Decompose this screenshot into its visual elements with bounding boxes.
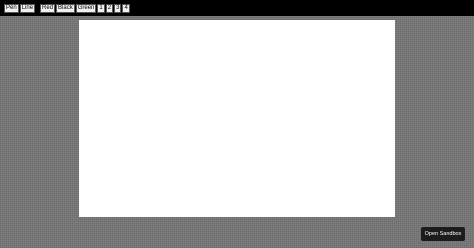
size-2-button[interactable]: 2 [105, 3, 114, 13]
tool-group: Pen Line [4, 3, 36, 13]
green-color-button[interactable]: Green [75, 3, 97, 13]
size-4-button[interactable]: 4 [122, 3, 130, 13]
black-color-button[interactable]: Black [56, 3, 75, 13]
open-sandbox-button[interactable]: Open Sandbox [421, 227, 465, 241]
size-1-button[interactable]: 1 [97, 3, 105, 13]
drawing-canvas[interactable] [79, 20, 395, 217]
size-3-button[interactable]: 3 [114, 3, 122, 13]
color-group: Red Black Green [40, 3, 97, 13]
red-color-button[interactable]: Red [40, 3, 56, 13]
toolbar: Pen Line Red Black Green 1 2 3 4 [0, 0, 474, 16]
pen-tool-button[interactable]: Pen [4, 3, 19, 13]
line-tool-button[interactable]: Line [19, 3, 36, 13]
size-group: 1 2 3 4 [97, 3, 130, 13]
